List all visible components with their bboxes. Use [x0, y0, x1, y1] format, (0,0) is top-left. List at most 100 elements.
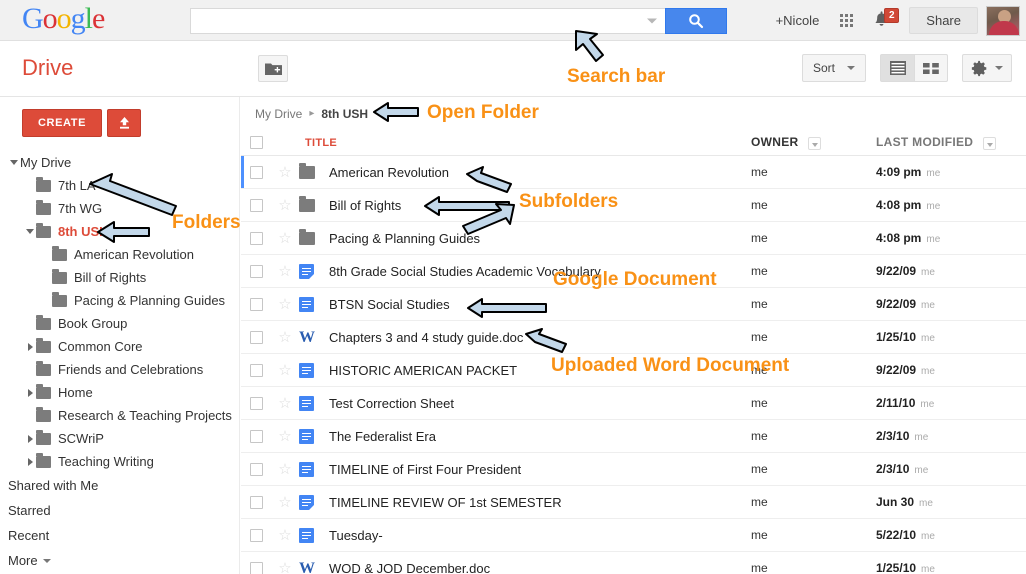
- table-row[interactable]: ☆Test Correction Sheetme2/11/10me: [241, 387, 1026, 420]
- table-row[interactable]: ☆HISTORIC AMERICAN PACKETme9/22/09me: [241, 354, 1026, 387]
- row-title[interactable]: Tuesday-: [325, 528, 383, 543]
- title-header-cell[interactable]: TITLE: [299, 137, 751, 149]
- table-row[interactable]: ☆TIMELINE REVIEW OF 1st SEMESTERmeJun 30…: [241, 486, 1026, 519]
- owner-sort-icon[interactable]: [808, 137, 821, 150]
- row-checkbox[interactable]: [250, 562, 263, 574]
- notifications-button[interactable]: 2: [861, 6, 901, 36]
- modified-sort-icon[interactable]: [983, 137, 996, 150]
- row-title[interactable]: 8th Grade Social Studies Academic Vocabu…: [325, 264, 601, 279]
- settings-button[interactable]: [962, 54, 1012, 82]
- star-icon[interactable]: ☆: [278, 363, 291, 378]
- table-row[interactable]: ☆American Revolutionme4:09 pmme: [241, 156, 1026, 189]
- breadcrumb-root[interactable]: My Drive: [255, 107, 302, 121]
- sidebar-tree-item[interactable]: 7th WG: [0, 197, 239, 220]
- row-checkbox[interactable]: [250, 496, 263, 509]
- row-checkbox[interactable]: [250, 331, 263, 344]
- modified-header-cell[interactable]: LAST MODIFIED: [876, 135, 1026, 149]
- row-title[interactable]: HISTORIC AMERICAN PACKET: [325, 363, 517, 378]
- search-input[interactable]: [191, 10, 665, 32]
- chevron-right-icon[interactable]: [24, 389, 36, 397]
- sidebar-tree-item[interactable]: Book Group: [0, 312, 239, 335]
- row-checkbox[interactable]: [250, 298, 263, 311]
- google-logo[interactable]: Google: [22, 2, 104, 36]
- sidebar-link-recent[interactable]: Recent: [0, 523, 239, 548]
- table-row[interactable]: ☆WChapters 3 and 4 study guide.docme1/25…: [241, 321, 1026, 354]
- star-icon[interactable]: ☆: [278, 561, 291, 574]
- sidebar-tree-item[interactable]: Common Core: [0, 335, 239, 358]
- select-all-checkbox[interactable]: [250, 136, 263, 149]
- sidebar-tree-item[interactable]: American Revolution: [0, 243, 239, 266]
- apps-grid-icon[interactable]: [831, 6, 861, 36]
- upload-button[interactable]: [107, 109, 141, 137]
- chevron-right-icon[interactable]: [24, 435, 36, 443]
- row-checkbox[interactable]: [250, 199, 263, 212]
- sidebar-link-more[interactable]: More: [0, 548, 239, 573]
- row-checkbox[interactable]: [250, 265, 263, 278]
- table-row[interactable]: ☆BTSN Social Studiesme9/22/09me: [241, 288, 1026, 321]
- share-button[interactable]: Share: [909, 7, 978, 34]
- grid-view-button[interactable]: [914, 54, 948, 82]
- sidebar-tree-item[interactable]: SCWriP: [0, 427, 239, 450]
- table-row[interactable]: ☆WWOD & JOD December.docme1/25/10me: [241, 552, 1026, 574]
- create-button[interactable]: CREATE: [22, 109, 102, 137]
- row-checkbox[interactable]: [250, 529, 263, 542]
- sidebar-tree-item[interactable]: 7th LA: [0, 174, 239, 197]
- star-icon[interactable]: ☆: [278, 330, 291, 345]
- search-options-caret-icon[interactable]: [647, 19, 657, 24]
- owner-header-cell[interactable]: OWNER: [751, 135, 876, 149]
- star-icon[interactable]: ☆: [278, 198, 291, 213]
- sidebar-tree-item[interactable]: Research & Teaching Projects: [0, 404, 239, 427]
- row-title[interactable]: Bill of Rights: [325, 198, 401, 213]
- star-icon[interactable]: ☆: [278, 396, 291, 411]
- star-icon[interactable]: ☆: [278, 462, 291, 477]
- sidebar-link-starred[interactable]: Starred: [0, 498, 239, 523]
- row-title[interactable]: Pacing & Planning Guides: [325, 231, 480, 246]
- row-title[interactable]: BTSN Social Studies: [325, 297, 450, 312]
- chevron-right-icon[interactable]: [24, 343, 36, 351]
- star-icon[interactable]: ☆: [278, 297, 291, 312]
- sort-button[interactable]: Sort: [802, 54, 866, 82]
- row-checkbox[interactable]: [250, 463, 263, 476]
- breadcrumb-current[interactable]: 8th USH: [321, 107, 368, 121]
- table-row[interactable]: ☆The Federalist Erame2/3/10me: [241, 420, 1026, 453]
- chevron-right-icon[interactable]: [24, 458, 36, 466]
- avatar[interactable]: [986, 6, 1020, 36]
- star-icon[interactable]: ☆: [278, 264, 291, 279]
- sidebar-tree-item[interactable]: 8th USH: [0, 220, 239, 243]
- row-checkbox[interactable]: [250, 397, 263, 410]
- table-row[interactable]: ☆TIMELINE of First Four Presidentme2/3/1…: [241, 453, 1026, 486]
- table-row[interactable]: ☆ 8th Grade Social Studies Academic Vocab…: [241, 255, 1026, 288]
- table-row[interactable]: ☆Pacing & Planning Guidesme4:08 pmme: [241, 222, 1026, 255]
- sidebar-tree-item[interactable]: Pacing & Planning Guides: [0, 289, 239, 312]
- row-title[interactable]: Test Correction Sheet: [325, 396, 454, 411]
- profile-plus-link[interactable]: +Nicole: [764, 13, 832, 28]
- row-checkbox[interactable]: [250, 430, 263, 443]
- row-checkbox[interactable]: [250, 364, 263, 377]
- row-title[interactable]: The Federalist Era: [325, 429, 436, 444]
- sidebar-tree-item[interactable]: Teaching Writing: [0, 450, 239, 473]
- star-icon[interactable]: ☆: [278, 429, 291, 444]
- search-button[interactable]: [665, 8, 727, 34]
- sidebar-tree-item[interactable]: Bill of Rights: [0, 266, 239, 289]
- star-icon[interactable]: ☆: [278, 495, 291, 510]
- table-row[interactable]: ☆Bill of Rightsme4:08 pmme: [241, 189, 1026, 222]
- row-title[interactable]: TIMELINE REVIEW OF 1st SEMESTER: [325, 495, 562, 510]
- star-icon[interactable]: ☆: [278, 231, 291, 246]
- star-icon[interactable]: ☆: [278, 528, 291, 543]
- sidebar-tree-item[interactable]: Friends and Celebrations: [0, 358, 239, 381]
- list-view-button[interactable]: [880, 54, 914, 82]
- row-title[interactable]: TIMELINE of First Four President: [325, 462, 521, 477]
- new-folder-button[interactable]: [258, 55, 288, 82]
- sidebar-tree-item[interactable]: Home: [0, 381, 239, 404]
- row-title[interactable]: American Revolution: [325, 165, 449, 180]
- star-icon[interactable]: ☆: [278, 165, 291, 180]
- row-title[interactable]: WOD & JOD December.doc: [325, 561, 490, 574]
- row-title[interactable]: Chapters 3 and 4 study guide.doc: [325, 330, 523, 345]
- chevron-down-icon[interactable]: [24, 229, 36, 234]
- table-row[interactable]: ☆Tuesday-me5/22/10me: [241, 519, 1026, 552]
- row-checkbox[interactable]: [250, 166, 263, 179]
- sidebar-tree-item[interactable]: My Drive: [0, 151, 239, 174]
- chevron-down-icon[interactable]: [8, 160, 20, 165]
- sidebar-link-shared-with-me[interactable]: Shared with Me: [0, 473, 239, 498]
- row-checkbox[interactable]: [250, 232, 263, 245]
